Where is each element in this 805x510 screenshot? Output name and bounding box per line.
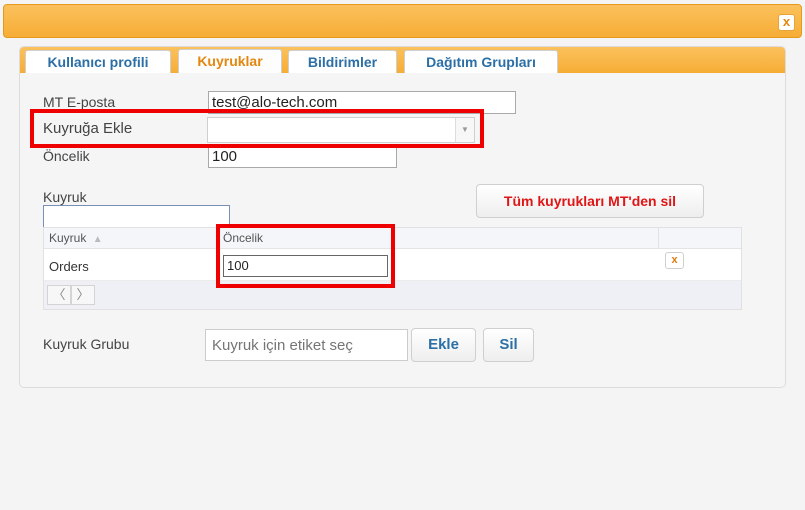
queue-group-label: Kuyruk Grubu [43, 336, 130, 352]
email-field[interactable]: test@alo-tech.com [208, 91, 516, 114]
add-queue-label: Kuyruğa Ekle [43, 120, 133, 137]
queue-filter-input[interactable] [43, 205, 230, 229]
queue-group-tag-input[interactable] [205, 329, 408, 361]
chevron-left-icon[interactable]: 〈 [47, 285, 71, 305]
column-divider [658, 228, 659, 248]
column-divider [217, 228, 218, 248]
close-icon[interactable]: x [778, 14, 795, 31]
tab-user-profile[interactable]: Kullanıcı profili [25, 50, 171, 73]
tab-distribution-groups[interactable]: Dağıtım Grupları [404, 50, 558, 73]
chevron-down-icon[interactable]: ▼ [455, 118, 474, 142]
tab-bar: Kullanıcı profili Kuyruklar Bildirimler … [20, 47, 785, 73]
priority-cell-input[interactable]: 100 [223, 255, 388, 277]
delete-row-icon[interactable]: x [665, 252, 684, 269]
tab-notifications[interactable]: Bildirimler [288, 50, 397, 73]
queue-grid: Kuyruk ▲ Öncelik Orders 100 x 〈 〉 [43, 227, 742, 310]
column-header-priority[interactable]: Öncelik [223, 231, 263, 245]
queue-cell: Orders [49, 259, 89, 274]
queue-filter-label: Kuyruk [43, 189, 87, 205]
sort-asc-icon: ▲ [92, 234, 103, 245]
priority-field[interactable]: 100 [208, 145, 397, 168]
email-label: MT E-posta [43, 94, 116, 110]
delete-all-queues-button[interactable]: Tüm kuyrukları MT'den sil [476, 184, 704, 218]
dialog-titlebar: x [3, 4, 802, 38]
grid-header: Kuyruk ▲ Öncelik [44, 228, 741, 249]
priority-label: Öncelik [43, 148, 90, 164]
add-button[interactable]: Ekle [411, 328, 476, 362]
tab-queues[interactable]: Kuyruklar [178, 49, 282, 73]
chevron-right-icon[interactable]: 〉 [71, 285, 95, 305]
remove-button[interactable]: Sil [483, 328, 534, 362]
table-row: Orders 100 x [44, 248, 741, 281]
column-header-queue[interactable]: Kuyruk ▲ [49, 231, 103, 245]
add-queue-select[interactable]: ▼ [207, 117, 475, 143]
grid-pager: 〈 〉 [44, 281, 741, 309]
column-header-queue-label: Kuyruk [49, 231, 87, 245]
